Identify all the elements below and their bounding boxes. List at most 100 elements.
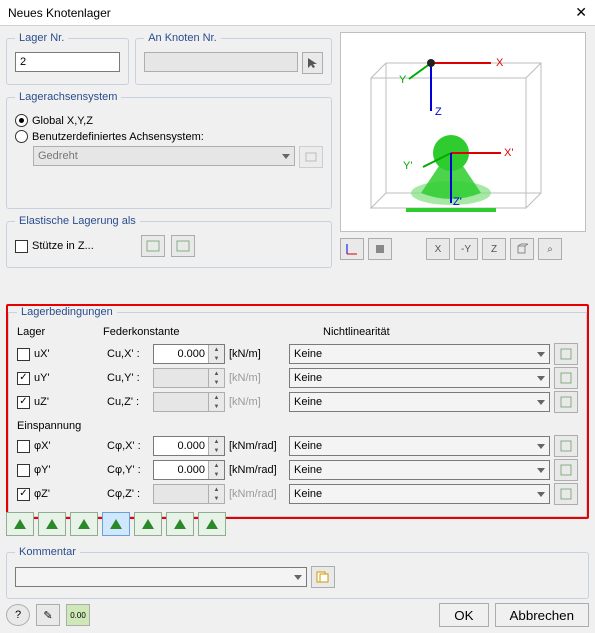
cond-spin-rot-1[interactable]: ▲▼ xyxy=(153,460,225,480)
cond-row-rot-1: φY'Cφ,Y' :▲▼[kNm/rad]Keine xyxy=(17,458,578,482)
cond-const-label: Cφ,Z' : xyxy=(107,488,149,500)
checkbox-icon xyxy=(17,372,30,385)
cond-row-trans-2: uZ'Cu,Z' :▲▼[kN/m]Keine xyxy=(17,390,578,414)
radio-userdef[interactable]: Benutzerdefiniertes Achsensystem: xyxy=(15,130,323,143)
radio-icon xyxy=(15,114,28,127)
col-head-feder: Federkonstante xyxy=(103,326,323,338)
cond-nl-edit-button-trans-0[interactable] xyxy=(554,343,578,365)
cond-check-trans-2[interactable]: uZ' xyxy=(17,396,103,409)
cond-unit-label: [kNm/rad] xyxy=(229,440,285,452)
support-type-type-b-button[interactable] xyxy=(38,512,66,536)
cond-nl-select-trans-2[interactable]: Keine xyxy=(289,392,550,412)
help-button[interactable]: ? xyxy=(6,604,30,626)
book-icon xyxy=(305,151,317,163)
radio-global[interactable]: Global X,Y,Z xyxy=(15,114,323,127)
support-type-type-f-button[interactable] xyxy=(166,512,194,536)
group-lager-nr: Lager Nr. xyxy=(6,32,129,85)
spin-up-icon: ▲ xyxy=(209,369,224,378)
cond-unit-label: [kNm/rad] xyxy=(229,464,285,476)
cond-nl-edit-button-rot-1[interactable] xyxy=(554,459,578,481)
cond-nl-value: Keine xyxy=(294,348,322,360)
support-type-type-g-button[interactable] xyxy=(198,512,226,536)
chevron-down-icon xyxy=(537,376,545,381)
cond-spin-input xyxy=(154,485,208,503)
support-type-type-d-button[interactable] xyxy=(102,512,130,536)
frame-icon xyxy=(176,240,190,252)
cond-spin-trans-0[interactable]: ▲▼ xyxy=(153,344,225,364)
an-knoten-input[interactable] xyxy=(144,52,298,72)
cond-spin-rot-0[interactable]: ▲▼ xyxy=(153,436,225,456)
userdef-select[interactable]: Gedreht xyxy=(33,146,295,166)
svg-text:X': X' xyxy=(504,147,513,159)
cond-check-rot-2[interactable]: φZ' xyxy=(17,488,103,501)
note-button[interactable]: ✎ xyxy=(36,604,60,626)
view-x-button[interactable]: X xyxy=(426,238,450,260)
cond-check-trans-0[interactable]: uX' xyxy=(17,348,103,361)
cond-spin-input[interactable] xyxy=(154,461,208,479)
cond-spin-rot-2: ▲▼ xyxy=(153,484,225,504)
cond-check-trans-1[interactable]: uY' xyxy=(17,372,103,385)
preview-mode-solid-button[interactable] xyxy=(368,238,392,260)
units-button[interactable]: 0.00 xyxy=(66,604,90,626)
cond-const-label: Cu,Y' : xyxy=(107,372,149,384)
support-type-type-c-button[interactable] xyxy=(70,512,98,536)
kommentar-library-button[interactable] xyxy=(311,566,335,588)
elastic-detail-a-button[interactable] xyxy=(141,235,165,257)
support-icon xyxy=(12,517,28,531)
cond-nl-select-rot-1[interactable]: Keine xyxy=(289,460,550,480)
cond-spin-input[interactable] xyxy=(154,345,208,363)
checkbox-icon xyxy=(17,488,30,501)
view-iso-button[interactable] xyxy=(510,238,534,260)
cond-nl-select-trans-0[interactable]: Keine xyxy=(289,344,550,364)
cond-spin-input xyxy=(154,369,208,387)
ok-button[interactable]: OK xyxy=(439,603,488,627)
view-y-button[interactable]: -Y xyxy=(454,238,478,260)
support-3d-preview[interactable]: X Y Z X' Y' Z' xyxy=(340,32,586,232)
lager-nr-input[interactable] xyxy=(15,52,120,72)
spin-down-icon: ▼ xyxy=(209,470,224,479)
cond-row-rot-2: φZ' Cφ,Z' : ▲▼ [kNm/rad] Keine xyxy=(17,482,578,506)
support-type-type-e-button[interactable] xyxy=(134,512,162,536)
cond-nl-select-rot-0[interactable]: Keine xyxy=(289,436,550,456)
cond-nl-select-trans-1[interactable]: Keine xyxy=(289,368,550,388)
spin-up-icon: ▲ xyxy=(209,485,224,494)
zoom-button[interactable]: ⌕ xyxy=(538,238,562,260)
cond-nl-edit-button-trans-1[interactable] xyxy=(554,367,578,389)
help-icon: ? xyxy=(15,609,21,621)
cond-nl-edit-button-trans-2[interactable] xyxy=(554,391,578,413)
checkbox-icon xyxy=(17,464,30,477)
subhead-einspannung: Einspannung xyxy=(17,420,578,432)
kommentar-combo[interactable] xyxy=(15,567,307,587)
preview-mode-axes-button[interactable] xyxy=(340,238,364,260)
chk-stutze-z[interactable]: Stütze in Z... xyxy=(15,240,135,253)
cond-check-rot-0[interactable]: φX' xyxy=(17,440,103,453)
view-z-button[interactable]: Z xyxy=(482,238,506,260)
chk-stutze-z-label: Stütze in Z... xyxy=(32,240,94,252)
cond-nl-value: Keine xyxy=(294,488,322,500)
cond-key-label: φX' xyxy=(34,440,51,452)
view-x-label: X xyxy=(435,244,442,255)
close-icon[interactable]: ✕ xyxy=(575,4,587,21)
cond-nl-edit-button-rot-0[interactable] xyxy=(554,435,578,457)
notes-icon xyxy=(316,571,330,583)
support-icon xyxy=(140,517,156,531)
support-type-type-a-button[interactable] xyxy=(6,512,34,536)
pick-node-button[interactable] xyxy=(302,52,323,74)
elastic-detail-b-button[interactable] xyxy=(171,235,195,257)
spin-down-icon: ▼ xyxy=(209,378,224,387)
cond-nl-edit-button-rot-2[interactable] xyxy=(554,483,578,505)
cond-check-rot-1[interactable]: φY' xyxy=(17,464,103,477)
svg-text:Y: Y xyxy=(399,74,407,86)
cond-unit-label: [kNm/rad] xyxy=(229,488,285,500)
col-head-lager: Lager xyxy=(17,326,103,338)
svg-text:Z: Z xyxy=(435,106,442,118)
edit-icon xyxy=(560,488,572,500)
svg-text:Y': Y' xyxy=(403,160,412,172)
window-title: Neues Knotenlager xyxy=(8,6,575,20)
cond-spin-input[interactable] xyxy=(154,437,208,455)
support-icon xyxy=(204,517,220,531)
chevron-down-icon xyxy=(537,400,545,405)
cond-nl-select-rot-2[interactable]: Keine xyxy=(289,484,550,504)
frame-icon xyxy=(146,240,160,252)
cancel-button[interactable]: Abbrechen xyxy=(495,603,589,627)
